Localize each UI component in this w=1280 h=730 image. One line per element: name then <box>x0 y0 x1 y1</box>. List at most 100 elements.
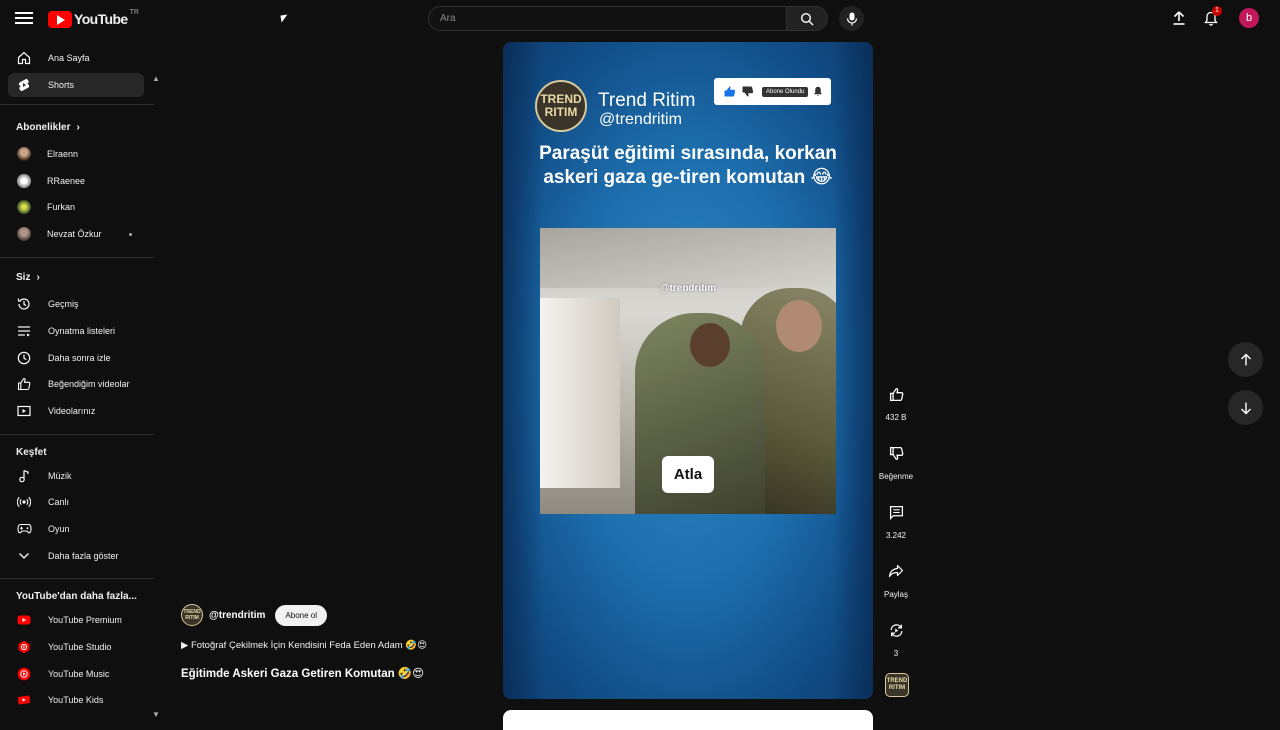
thumbs-up-icon <box>16 376 32 392</box>
sidebar-item-label: RRaenee <box>47 176 86 186</box>
youtube-logo[interactable]: YouTube TR <box>48 8 139 28</box>
top-bar: YouTube TR 1 b <box>0 0 1280 38</box>
previous-short-button[interactable] <box>1228 342 1263 377</box>
voice-search-button[interactable] <box>839 6 864 31</box>
remix-count: 3 <box>893 649 899 658</box>
search-icon <box>800 12 814 25</box>
short-video-player[interactable]: TREND RITIM Trend Ritim @trendritim Abon… <box>503 42 873 699</box>
comments-action: 3.242 <box>876 498 916 540</box>
scroll-down-arrow[interactable]: ▼ <box>152 710 160 719</box>
channel-handle: @trendritim <box>599 111 682 128</box>
sidebar-item-live[interactable]: Canlı <box>8 490 144 514</box>
sidebar-channel-furkan[interactable]: Furkan <box>8 195 144 219</box>
channel-handle-link[interactable]: @trendritim <box>209 610 265 621</box>
notifications-button[interactable]: 1 <box>1201 6 1222 28</box>
subscriptions-heading[interactable]: Abonelikler › <box>16 122 80 133</box>
sidebar-item-playlists[interactable]: Oynatma listeleri <box>8 319 144 343</box>
divider <box>0 434 154 435</box>
sidebar-item-youtube-studio[interactable]: YouTube Studio <box>8 635 144 659</box>
sidebar-item-label: Elraenn <box>47 149 79 159</box>
sidebar-item-gaming[interactable]: Oyun <box>8 517 144 541</box>
edge-shade-right <box>833 42 873 699</box>
clip-window <box>540 298 620 488</box>
sidebar-item-your-videos[interactable]: Videolarınız <box>8 399 144 423</box>
next-short-button[interactable] <box>1228 390 1263 425</box>
sidebar-item-label: Geçmiş <box>48 299 79 309</box>
sidebar-item-label: Oyun <box>48 524 70 534</box>
channel-avatar[interactable]: TREND RITIM <box>181 604 203 626</box>
chevron-right-icon: › <box>76 122 80 133</box>
comments-button[interactable] <box>882 498 910 526</box>
youtube-premium-icon <box>16 612 32 628</box>
like-button[interactable] <box>882 380 910 408</box>
menu-icon[interactable] <box>14 9 34 29</box>
shorts-icon <box>16 77 32 93</box>
scroll-up-arrow[interactable]: ▲ <box>152 74 160 83</box>
youtube-studio-icon <box>16 639 32 655</box>
sidebar-item-youtube-premium[interactable]: YouTube Premium <box>8 608 144 632</box>
sidebar-item-history[interactable]: Geçmiş <box>8 292 144 316</box>
sidebar-item-watch-later[interactable]: Daha sonra izle <box>8 346 144 370</box>
sidebar-item-label: Canlı <box>48 497 70 507</box>
dislike-button[interactable] <box>882 439 910 467</box>
sidebar-item-label: Nevzat Özkur <box>47 229 102 239</box>
next-short-preview[interactable] <box>503 710 873 730</box>
channel-thumbnail-button[interactable]: TREND RITIM <box>885 673 909 697</box>
sidebar-item-music[interactable]: Müzik <box>8 464 144 488</box>
search-button[interactable] <box>786 6 828 31</box>
sidebar-item-liked-videos[interactable]: Beğendiğim videolar <box>8 372 144 396</box>
sidebar-item-label: Oynatma listeleri <box>48 326 116 336</box>
share-button[interactable] <box>882 557 910 585</box>
explore-heading: Keşfet <box>16 447 47 458</box>
upload-button[interactable] <box>1169 8 1189 28</box>
logo-country: TR <box>129 8 139 16</box>
video-channel-row: TREND RITIM @trendritim Abone ol <box>181 604 328 626</box>
sidebar-item-label: Beğendiğim videolar <box>48 379 130 389</box>
live-icon <box>16 494 32 510</box>
upload-icon <box>1173 11 1185 25</box>
history-icon <box>16 296 32 312</box>
search-input[interactable] <box>429 7 786 30</box>
bell-icon <box>814 86 823 96</box>
sidebar-item-label: Ana Sayfa <box>48 53 90 63</box>
share-label: Paylaş <box>883 590 908 599</box>
remix-action: 3 <box>876 616 916 658</box>
new-content-dot <box>129 233 132 236</box>
sidebar-item-youtube-kids[interactable]: YouTube Kids <box>8 688 144 712</box>
youtube-kids-icon <box>16 692 32 708</box>
channel-name: Trend Ritim <box>598 90 696 111</box>
subscribe-button[interactable]: Abone ol <box>275 604 328 626</box>
clock-icon <box>16 350 32 366</box>
channel-avatar <box>17 174 31 188</box>
channel-avatar <box>17 227 31 241</box>
remix-icon <box>890 623 902 637</box>
account-avatar[interactable]: b <box>1239 8 1259 28</box>
sidebar-item-youtube-music[interactable]: YouTube Music <box>8 662 144 686</box>
you-heading[interactable]: Siz › <box>16 272 40 283</box>
notification-badge: 1 <box>1212 6 1222 16</box>
sidebar-item-label: Daha fazla göster <box>48 551 119 561</box>
sidebar-item-home[interactable]: Ana Sayfa <box>8 46 144 70</box>
dislike-action: Beğenme <box>876 439 916 481</box>
related-video-link[interactable]: ▶ Fotoğraf Çekilmek İçin Kendisini Feda … <box>181 640 427 651</box>
microphone-icon <box>846 12 857 25</box>
remix-button[interactable] <box>882 616 910 644</box>
share-icon <box>888 564 904 578</box>
more-heading-label: YouTube'dan daha fazla... <box>16 591 137 602</box>
channel-avatar <box>17 147 31 161</box>
sidebar-channel-rraenee[interactable]: RRaenee <box>8 169 144 193</box>
sidebar-item-shorts[interactable]: Shorts <box>8 73 144 97</box>
arrow-up-icon <box>1240 353 1251 365</box>
sidebar-item-label: Müzik <box>48 471 72 481</box>
thumbs-up-icon <box>724 86 736 97</box>
logo-text: YouTube <box>74 11 128 27</box>
sidebar-channel-elraenn[interactable]: Elraenn <box>8 142 144 166</box>
sidebar-item-show-more[interactable]: Daha fazla göster <box>8 544 144 568</box>
youtube-music-icon <box>16 666 32 682</box>
sidebar-item-label: YouTube Kids <box>48 695 104 705</box>
mouse-cursor <box>280 14 289 23</box>
subscribe-promo-overlay: Abone Olundu <box>714 78 831 105</box>
comments-count: 3.242 <box>885 531 907 540</box>
sidebar-channel-nevzat-ozkur[interactable]: Nevzat Özkur <box>8 222 144 246</box>
chevron-down-icon <box>16 548 32 564</box>
